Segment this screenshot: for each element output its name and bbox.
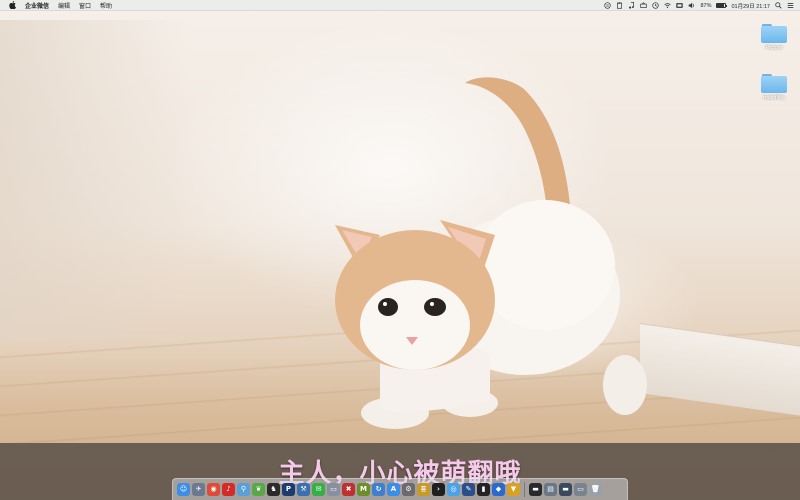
terminal-icon[interactable]: › — [432, 483, 445, 496]
vpn-icon[interactable]: ▼ — [507, 483, 520, 496]
qq-icon[interactable]: ♞ — [267, 483, 280, 496]
kitten-back-leg — [603, 355, 647, 415]
editor-icon[interactable]: ✎ — [462, 483, 475, 496]
finder-icon[interactable]: ☺ — [177, 483, 190, 496]
kitten-eye-right-glint — [430, 302, 434, 306]
menu-window[interactable]: 窗口 — [79, 1, 91, 10]
safari-icon[interactable]: ◎ — [447, 483, 460, 496]
status-area: S 87% 01月29日 21:17 — [604, 0, 794, 11]
music-note-icon[interactable] — [628, 2, 635, 9]
apple-menu-icon[interactable] — [9, 1, 18, 9]
console-icon[interactable]: ▮ — [477, 483, 490, 496]
kitten-eye-left — [378, 298, 398, 316]
window-icon[interactable]: ▬ — [559, 483, 572, 496]
folder-icon — [761, 24, 787, 43]
menu-clock[interactable]: 01月29日 21:17 — [731, 2, 770, 10]
wechat-icon[interactable]: ✉ — [312, 483, 325, 496]
search-icon[interactable]: ⚲ — [237, 483, 250, 496]
skype-icon[interactable]: S — [604, 2, 612, 9]
svg-text:S: S — [607, 3, 610, 8]
tray-icon[interactable] — [640, 2, 648, 9]
kitten-eye-left-glint — [383, 302, 387, 306]
leaf-icon[interactable]: ❦ — [252, 483, 265, 496]
markdown-icon[interactable]: M — [357, 483, 370, 496]
appstore-icon[interactable]: A — [387, 483, 400, 496]
notification-center-icon[interactable] — [787, 2, 794, 9]
menu-bar: 企业微信 编辑 窗口 帮助 S 87% 01月29日 21:17 — [0, 0, 800, 11]
spotlight-icon[interactable] — [775, 2, 782, 9]
desktop-folder-picture[interactable]: Picture — [754, 24, 794, 51]
battery-level — [717, 4, 725, 7]
clipboard-icon[interactable] — [616, 2, 623, 9]
menu-app-name[interactable]: 企业微信 — [25, 1, 49, 10]
kitten-back — [475, 200, 615, 330]
xcode-icon[interactable]: ⚒ — [297, 483, 310, 496]
input-method-icon[interactable] — [676, 2, 684, 9]
sync-icon[interactable]: ↻ — [372, 483, 385, 496]
kitten-eye-right — [424, 298, 446, 316]
chrome-icon[interactable]: ◉ — [207, 483, 220, 496]
menu-help[interactable]: 帮助 — [100, 1, 112, 10]
clock-icon[interactable] — [652, 2, 660, 9]
desktop-folder-label: Picture — [765, 45, 783, 51]
desktop-folder-mainfiles[interactable]: mainfiles — [754, 74, 794, 101]
battery-icon[interactable] — [716, 3, 728, 8]
dock-separator — [524, 482, 525, 497]
battery-percent[interactable]: 87% — [700, 3, 711, 9]
preview-icon[interactable]: ▭ — [327, 483, 340, 496]
folder-icon — [761, 74, 787, 93]
app-icon[interactable]: ◆ — [492, 483, 505, 496]
window-icon[interactable]: ▬ — [529, 483, 542, 496]
trash-icon[interactable]: 🗑 — [589, 483, 602, 496]
wallpaper-shadow — [0, 20, 190, 340]
gear-icon[interactable]: ⚙ — [402, 483, 415, 496]
volume-icon[interactable] — [688, 2, 695, 9]
launchpad-icon[interactable]: ✈ — [192, 483, 205, 496]
kitten-face — [360, 280, 470, 370]
notes-icon[interactable]: ≣ — [417, 483, 430, 496]
photoshop-icon[interactable]: P — [282, 483, 295, 496]
music-icon[interactable]: ♪ — [222, 483, 235, 496]
kitten-illustration — [335, 77, 647, 429]
kitten-tail — [465, 77, 570, 216]
window-icon[interactable]: ▤ — [544, 483, 557, 496]
menu-edit[interactable]: 编辑 — [58, 1, 70, 10]
window-icon[interactable]: ▭ — [574, 483, 587, 496]
desktop-folder-label: mainfiles — [763, 95, 785, 101]
dock: ☺ ✈ ◉ ♪ ⚲ ❦ ♞ P ⚒ ✉ ▭ ✖ M ↻ A ⚙ ≣ › ◎ ✎ ▮ ◆ ▼ ▬ ▤ ▬ ▭ 🗑 — [172, 478, 628, 500]
app-icon[interactable]: ✖ — [342, 483, 355, 496]
wifi-icon[interactable] — [664, 2, 672, 9]
